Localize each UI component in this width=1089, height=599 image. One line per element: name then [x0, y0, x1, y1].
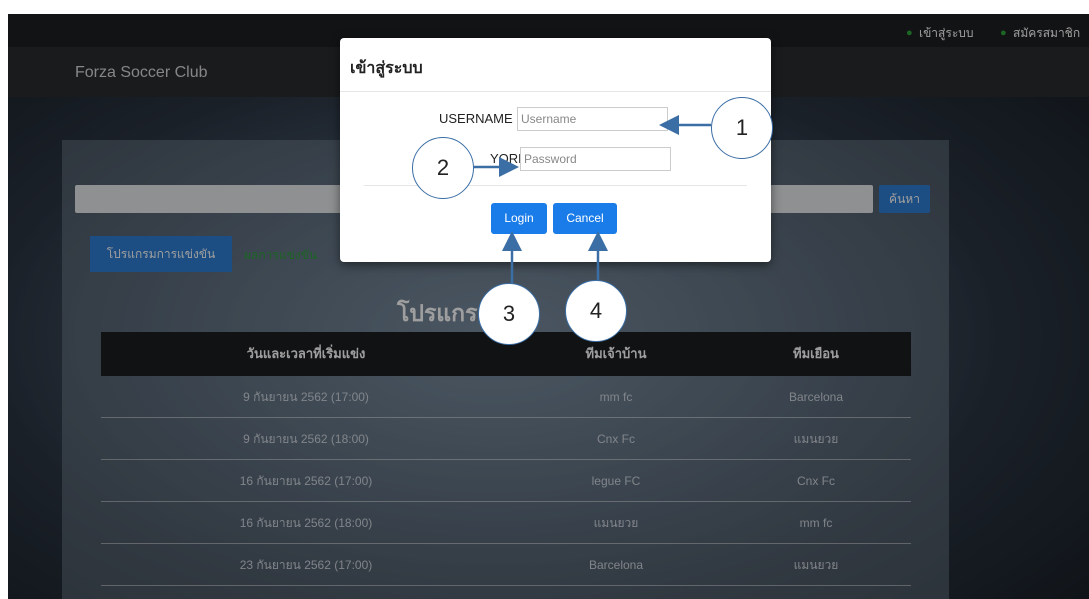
callout-3: 3 — [478, 283, 540, 345]
cancel-button[interactable]: Cancel — [553, 203, 617, 234]
login-button[interactable]: Login — [491, 203, 547, 234]
username-input[interactable]: Username — [517, 107, 668, 131]
password-input[interactable]: Password — [520, 147, 671, 171]
callout-4: 4 — [565, 280, 627, 342]
modal-title: เข้าสู่ระบบ — [340, 38, 771, 92]
username-label: USERNAME — [439, 111, 513, 126]
callout-2: 2 — [412, 137, 474, 199]
callout-1: 1 — [711, 97, 773, 159]
login-modal: เข้าสู่ระบบ USERNAME Username YORD Passw… — [340, 38, 771, 262]
